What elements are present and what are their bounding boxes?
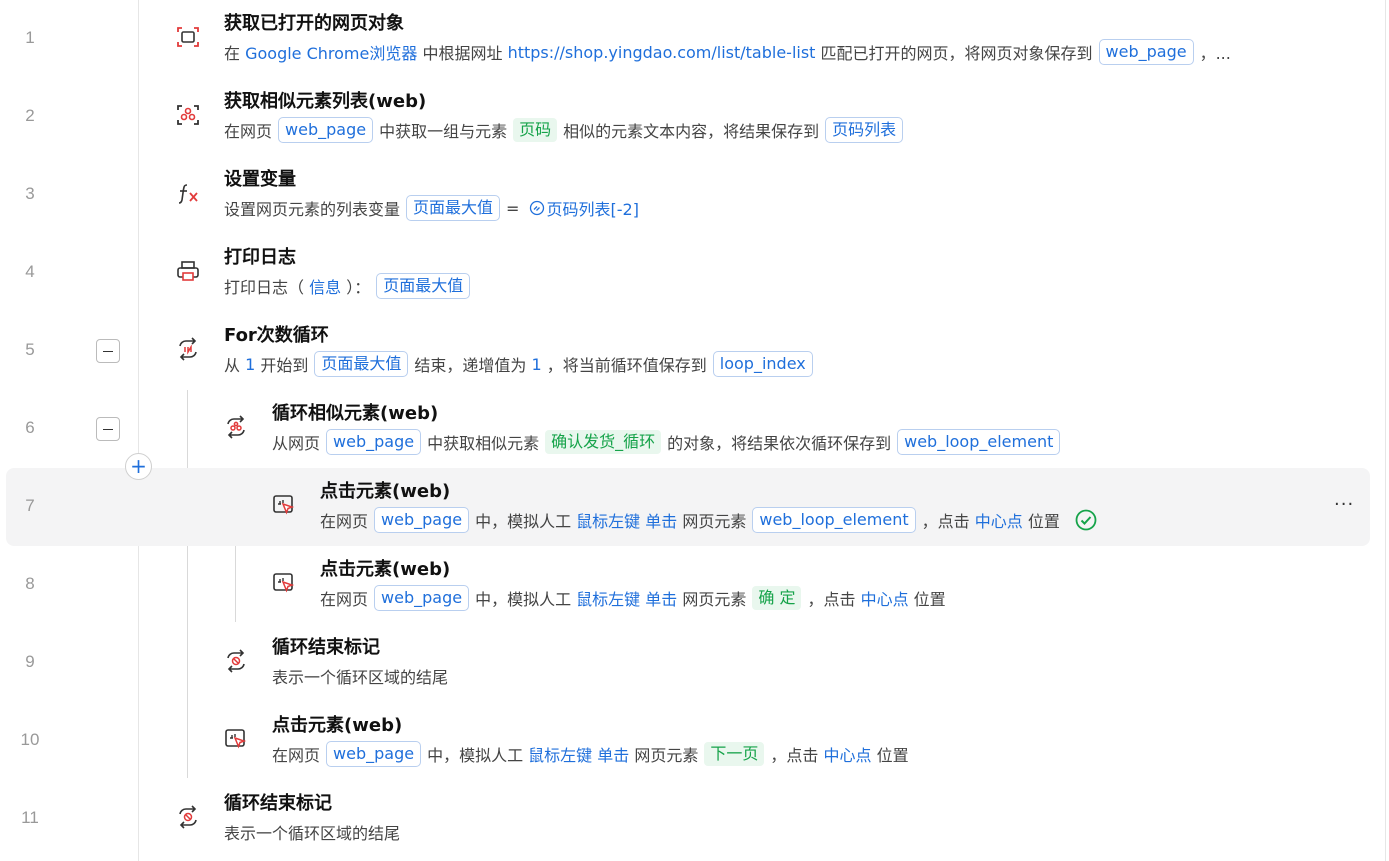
- loop-count-icon: [175, 336, 201, 362]
- step-title: For次数循环: [224, 325, 329, 346]
- step-description: 在网页 web_page 中，模拟人工 鼠标左键 单击 网页元素 下一页 ，点击…: [272, 740, 909, 768]
- click-type-link[interactable]: 单击: [645, 586, 677, 610]
- element-chip[interactable]: 确 定: [752, 586, 802, 610]
- click-type-link[interactable]: 单击: [597, 742, 629, 766]
- step-description: 从网页 web_page 中获取相似元素 确认发货_循环 的对象，将结果依次循环…: [272, 428, 1066, 456]
- step-row[interactable]: 11 循环结束标记 表示一个循环区域的结尾: [0, 780, 1389, 858]
- log-level-link[interactable]: 信息: [309, 274, 341, 298]
- browser-link[interactable]: Google Chrome浏览器: [245, 40, 417, 64]
- step-description: 表示一个循环区域的结尾: [272, 668, 449, 687]
- line-number: 6: [25, 418, 35, 437]
- link-variable-icon: [529, 200, 544, 216]
- line-number: 3: [25, 184, 35, 203]
- step-description: 在网页 web_page 中，模拟人工 鼠标左键 单击 网页元素 确 定 ，点击…: [320, 584, 946, 612]
- line-number: 5: [25, 340, 35, 359]
- similar-elements-icon: [175, 102, 201, 128]
- step-row[interactable]: 5 For次数循环 从 1 开始到 页面最大值 结束，递增值为 1 ，将当前循环…: [0, 312, 1389, 390]
- loop-similar-icon: [223, 414, 249, 440]
- step-title: 获取相似元素列表(web): [224, 91, 427, 112]
- click-element-icon: [271, 570, 297, 596]
- variable-chip[interactable]: web_page: [374, 585, 470, 611]
- step-title: 获取已打开的网页对象: [224, 13, 404, 34]
- line-number: 1: [25, 28, 35, 47]
- variable-chip[interactable]: web_page: [374, 507, 470, 533]
- step-row[interactable]: 1 获取已打开的网页对象 在 Google Chrome浏览器 中根据网址 ht…: [0, 0, 1389, 78]
- click-position-link[interactable]: 中心点: [975, 508, 1023, 532]
- step-description: 设置网页元素的列表变量 页面最大值 = 页码列表[-2]: [224, 194, 643, 222]
- variable-chip[interactable]: loop_index: [712, 351, 813, 377]
- step-title: 打印日志: [224, 247, 296, 268]
- line-number: 7: [25, 496, 35, 515]
- step-title: 循环结束标记: [272, 637, 380, 658]
- element-chip[interactable]: 下一页: [704, 742, 765, 766]
- step-title: 点击元素(web): [320, 559, 451, 580]
- step-description: 在网页 web_page 中，模拟人工 鼠标左键 单击 网页元素 web_loo…: [320, 506, 1098, 534]
- variable-chip[interactable]: 页码列表: [825, 117, 904, 143]
- expression-chip[interactable]: 页码列表[-2]: [529, 196, 639, 220]
- step-row[interactable]: 3 设置变量 设置网页元素的列表变量 页面最大值 = 页码列表[-2]: [0, 156, 1389, 234]
- start-value[interactable]: 1: [245, 355, 255, 374]
- mouse-button-link[interactable]: 鼠标左键: [528, 742, 592, 766]
- step-title: 循环结束标记: [224, 793, 332, 814]
- step-title: 点击元素(web): [320, 481, 451, 502]
- step-description: 打印日志（ 信息 ）： 页面最大值: [224, 272, 476, 300]
- line-number: 4: [25, 262, 35, 281]
- step-row[interactable]: 6 循环相似元素(web) 从网页 web_page 中获取相似元素 确认发货_…: [0, 390, 1389, 468]
- variable-chip[interactable]: web_loop_element: [752, 507, 916, 533]
- step-row-selected[interactable]: 7 点击元素(web) 在网页 web_page 中，模拟人工 鼠标左键 单击 …: [0, 468, 1389, 546]
- element-chip[interactable]: 确认发货_循环: [545, 430, 662, 454]
- step-row[interactable]: 4 打印日志 打印日志（ 信息 ）： 页面最大值: [0, 234, 1389, 312]
- line-number: 9: [25, 652, 35, 671]
- mouse-button-link[interactable]: 鼠标左键: [576, 586, 640, 610]
- element-chip[interactable]: 页码: [513, 118, 558, 142]
- line-number: 11: [21, 808, 39, 827]
- loop-end-icon: [175, 804, 201, 830]
- variable-chip[interactable]: 页面最大值: [406, 195, 501, 221]
- step-row[interactable]: 10 点击元素(web) 在网页 web_page 中，模拟人工 鼠标左键 单击…: [0, 702, 1389, 780]
- step-title: 设置变量: [224, 169, 296, 190]
- step-title: 点击元素(web): [272, 715, 403, 736]
- function-icon: [175, 180, 201, 206]
- url-link[interactable]: https://shop.yingdao.com/list/table-list: [508, 43, 816, 62]
- line-number: 2: [25, 106, 35, 125]
- click-type-link[interactable]: 单击: [645, 508, 677, 532]
- line-number: 10: [20, 730, 40, 749]
- click-position-link[interactable]: 中心点: [861, 586, 909, 610]
- collapse-button[interactable]: [96, 417, 120, 441]
- step-row[interactable]: 9 循环结束标记 表示一个循环区域的结尾: [0, 624, 1389, 702]
- check-circle-icon: [1074, 508, 1098, 532]
- step-description: 在网页 web_page 中获取一组与元素 页码 相似的元素文本内容，将结果保存…: [224, 116, 909, 144]
- variable-chip[interactable]: web_page: [326, 429, 422, 455]
- click-position-link[interactable]: 中心点: [823, 742, 871, 766]
- variable-chip[interactable]: web_page: [326, 741, 422, 767]
- more-options-icon[interactable]: ···: [1334, 494, 1354, 515]
- variable-chip[interactable]: web_loop_element: [897, 429, 1061, 455]
- add-step-button[interactable]: +: [125, 453, 152, 480]
- browser-capture-icon: [175, 24, 201, 50]
- step-row[interactable]: 2 获取相似元素列表(web) 在网页 web_page 中获取一组与元素 页码…: [0, 78, 1389, 156]
- step-description: 在 Google Chrome浏览器 中根据网址 https://shop.yi…: [224, 38, 1231, 66]
- collapse-button[interactable]: [96, 339, 120, 363]
- step-row[interactable]: 8 点击元素(web) 在网页 web_page 中，模拟人工 鼠标左键 单击 …: [0, 546, 1389, 624]
- step-title: 循环相似元素(web): [272, 403, 439, 424]
- step-value[interactable]: 1: [531, 355, 541, 374]
- click-element-icon: [223, 726, 249, 752]
- step-description: 表示一个循环区域的结尾: [224, 824, 401, 843]
- loop-end-icon: [223, 648, 249, 674]
- printer-icon: [175, 258, 201, 284]
- step-description: 从 1 开始到 页面最大值 结束，递增值为 1 ，将当前循环值保存到 loop_…: [224, 350, 819, 378]
- variable-chip[interactable]: 页面最大值: [314, 351, 409, 377]
- variable-chip[interactable]: web_page: [278, 117, 374, 143]
- line-number: 8: [25, 574, 35, 593]
- variable-chip[interactable]: web_page: [1098, 39, 1194, 65]
- mouse-button-link[interactable]: 鼠标左键: [576, 508, 640, 532]
- variable-chip[interactable]: 页面最大值: [376, 273, 471, 299]
- click-element-icon: [271, 492, 297, 518]
